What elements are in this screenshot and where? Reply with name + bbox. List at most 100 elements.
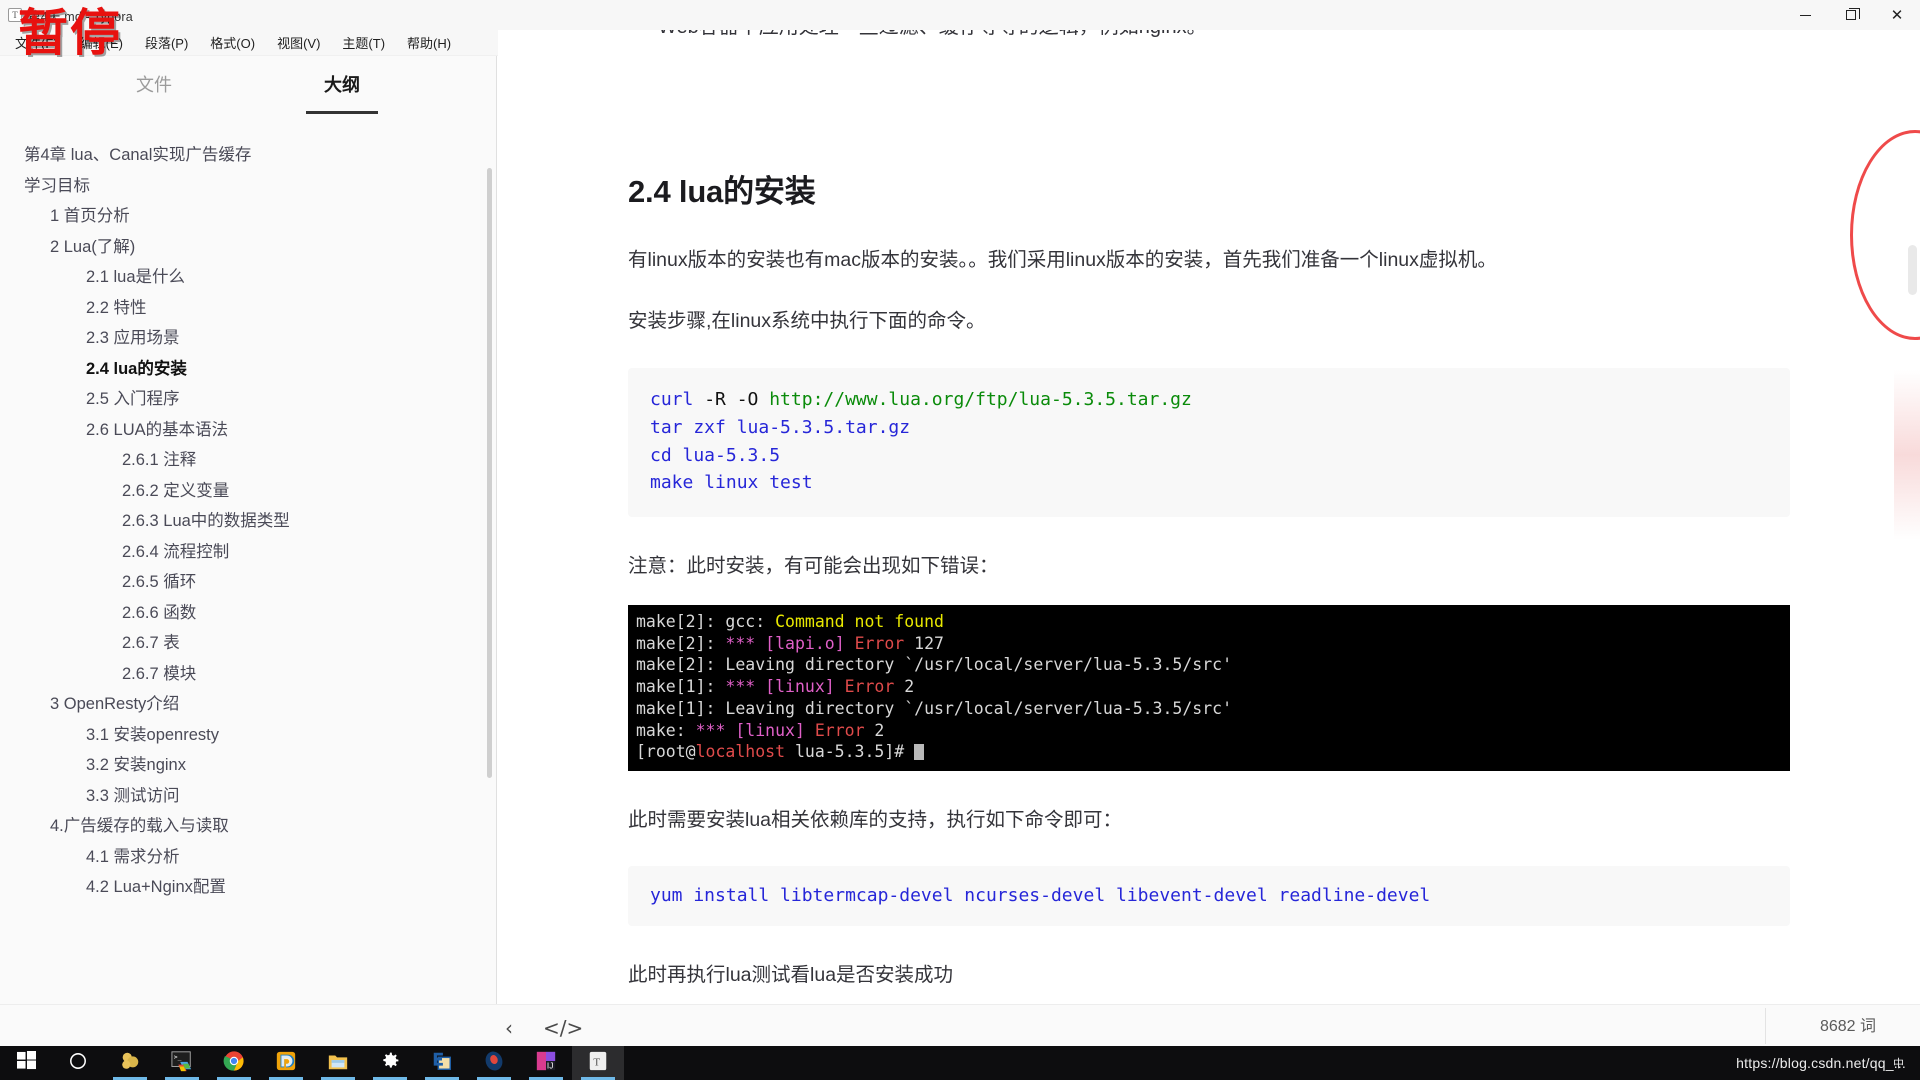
status-divider	[1765, 1008, 1766, 1044]
terminal-line: make[1]: Leaving directory `/usr/local/s…	[636, 698, 1782, 720]
outline-item[interactable]: 3 OpenResty介绍	[24, 689, 482, 720]
terminal-cursor	[914, 744, 925, 761]
outline-item[interactable]: 2.2 特性	[24, 293, 482, 324]
maximize-button[interactable]	[1828, 0, 1874, 30]
outline-item[interactable]: 2.1 lua是什么	[24, 262, 482, 293]
outline-item[interactable]: 3.1 安装openresty	[24, 720, 482, 751]
menu-item-help[interactable]: 帮助(H)	[396, 30, 462, 55]
code-token: Error	[814, 720, 865, 740]
outline-item[interactable]: 2.6 LUA的基本语法	[24, 415, 482, 446]
code-block-install[interactable]: curl -R -O http://www.lua.org/ftp/lua-5.…	[628, 367, 1790, 518]
outline-item[interactable]: 2.6.6 函数	[24, 598, 482, 629]
code-token: Error	[844, 677, 895, 697]
code-token: make linux test	[650, 472, 813, 494]
sidebar-tab-files[interactable]: 文件	[132, 65, 176, 103]
sidebar: 文件 大纲 第4章 lua、Canal实现广告缓存 学习目标 1 首页分析 2 Lua(…	[0, 56, 497, 1046]
terminal-line: make[2]: Leaving directory `/usr/local/s…	[636, 654, 1782, 676]
code-token: Command not found	[775, 611, 944, 631]
menu-item-paragraph[interactable]: 段落(P)	[134, 30, 199, 55]
title-bar: T 第4天.md - Typora ✕	[0, 0, 1920, 30]
bullet-list-item: Web容器中应用处理一些过滤、缓存等等的逻辑，例如nginx。	[628, 30, 1790, 39]
sidebar-scrollbar[interactable]	[487, 168, 492, 778]
taskbar-chrome[interactable]	[208, 1046, 260, 1080]
outline-panel[interactable]: 第4章 lua、Canal实现广告缓存 学习目标 1 首页分析 2 Lua(了解) 2.…	[0, 126, 496, 1046]
chrome-icon	[223, 1050, 245, 1077]
code-token: lua-5.3.5]#	[785, 742, 915, 762]
close-button[interactable]: ✕	[1874, 0, 1920, 30]
outline-item[interactable]: 2.6.3 Lua中的数据类型	[24, 506, 482, 537]
outline-item[interactable]: 2.3 应用场景	[24, 323, 482, 354]
taskbar-file-explorer[interactable]	[312, 1046, 364, 1080]
taskbar-settings[interactable]	[364, 1046, 416, 1080]
outline-item[interactable]: 2.6.2 定义变量	[24, 476, 482, 507]
code-token: yum install libtermcap-devel ncurses-dev…	[650, 885, 1431, 907]
code-token: -R -O	[693, 388, 770, 410]
taskbar-intellij-idea[interactable]: IJ	[520, 1046, 572, 1080]
code-token: ***	[725, 677, 756, 697]
taskbar-vmware[interactable]	[260, 1046, 312, 1080]
code-token: curl	[650, 388, 694, 410]
menu-item-view[interactable]: 视图(V)	[266, 30, 331, 55]
minimize-icon	[1799, 14, 1811, 16]
outline-item[interactable]: 2.6.7 模块	[24, 659, 482, 690]
outline-item[interactable]: 学习目标	[24, 171, 482, 202]
terminal-line: [root@localhost lua-5.3.5]#	[636, 741, 1782, 763]
terminal-line: make: *** [linux] Error 2	[636, 720, 1782, 742]
code-token: make[2]: Leaving directory `/usr/local/s…	[636, 655, 1233, 675]
code-token: Error	[854, 633, 905, 653]
outline-item[interactable]: 2.5 入门程序	[24, 384, 482, 415]
vmware-icon	[275, 1050, 297, 1077]
outline-item[interactable]: 4.广告缓存的载入与读取	[24, 811, 482, 842]
outline-item[interactable]: 1 首页分析	[24, 201, 482, 232]
outline-item[interactable]: 2 Lua(了解)	[24, 232, 482, 263]
idea-icon: IJ	[535, 1050, 557, 1077]
editor-content[interactable]: Web容器中应用处理一些过滤、缓存等等的逻辑，例如nginx。 2.4 lua的…	[498, 30, 1920, 1046]
outline-item[interactable]: 3.2 安装nginx	[24, 750, 482, 781]
menu-item-format[interactable]: 格式(O)	[199, 30, 266, 55]
code-token: 127	[904, 633, 944, 653]
navicat-icon	[119, 1050, 141, 1077]
outline-item[interactable]: 2.6.4 流程控制	[24, 537, 482, 568]
code-block-yum[interactable]: yum install libtermcap-devel ncurses-dev…	[628, 866, 1790, 927]
terminal-line: make[2]: *** [lapi.o] Error 127	[636, 633, 1782, 655]
outline-item[interactable]: 2.4 lua的安装	[24, 354, 482, 385]
menu-item-theme[interactable]: 主题(T)	[331, 30, 396, 55]
code-token: make[1]:	[636, 677, 726, 697]
taskbar-start-button[interactable]	[0, 1046, 52, 1080]
outline-item[interactable]: 3.3 测试访问	[24, 781, 482, 812]
code-line: yum install libtermcap-devel ncurses-dev…	[650, 882, 1768, 910]
windows-logo-icon	[16, 1051, 36, 1075]
outline-item[interactable]: 2.6.1 注释	[24, 445, 482, 476]
taskbar-terminal[interactable]: >_	[156, 1046, 208, 1080]
terminal-output-block: make[2]: gcc: Command not found make[2]: …	[628, 604, 1790, 772]
source-code-button[interactable]: </>	[543, 1016, 583, 1040]
taskbar-emeditor[interactable]	[416, 1046, 468, 1080]
paragraph-1: 有linux版本的安装也有mac版本的安装。。我们采用linux版本的安装，首先…	[628, 249, 1497, 271]
folder-icon	[327, 1050, 349, 1077]
document-body: Web容器中应用处理一些过滤、缓存等等的逻辑，例如nginx。 2.4 lua的…	[498, 30, 1920, 1046]
taskbar-postman[interactable]	[468, 1046, 520, 1080]
paragraph-2: 安装步骤,在linux系统中执行下面的命令。	[628, 310, 986, 333]
sidebar-tab-outline[interactable]: 大纲	[306, 65, 378, 114]
code-token: make[1]: Leaving directory `/usr/local/s…	[636, 698, 1233, 718]
minimize-button[interactable]	[1782, 0, 1828, 30]
code-token: ***	[695, 720, 726, 740]
outline-item[interactable]: 2.6.5 循环	[24, 567, 482, 598]
word-count[interactable]: 8682 词	[1820, 1012, 1876, 1036]
taskbar-navicat[interactable]	[104, 1046, 156, 1080]
code-token: cd lua-5.3.5	[650, 444, 781, 466]
code-token: localhost	[695, 742, 786, 762]
paragraph-3: 注意：此时安装，有可能会出现如下错误：	[628, 555, 999, 578]
code-token: [linux]	[725, 720, 815, 740]
taskbar-cortana-search[interactable]	[52, 1046, 104, 1080]
outline-item[interactable]: 第4章 lua、Canal实现广告缓存	[24, 140, 482, 171]
svg-text:T: T	[593, 1056, 600, 1068]
terminal-line: make[2]: gcc: Command not found	[636, 611, 1782, 633]
pause-watermark: 暂停	[18, 4, 122, 62]
taskbar-typora[interactable]: T	[572, 1046, 624, 1080]
outline-item[interactable]: 4.2 Lua+Nginx配置	[24, 872, 482, 903]
back-button[interactable]: ‹	[505, 1016, 513, 1040]
postman-icon	[483, 1050, 505, 1077]
outline-item[interactable]: 4.1 需求分析	[24, 842, 482, 873]
outline-item[interactable]: 2.6.7 表	[24, 628, 482, 659]
